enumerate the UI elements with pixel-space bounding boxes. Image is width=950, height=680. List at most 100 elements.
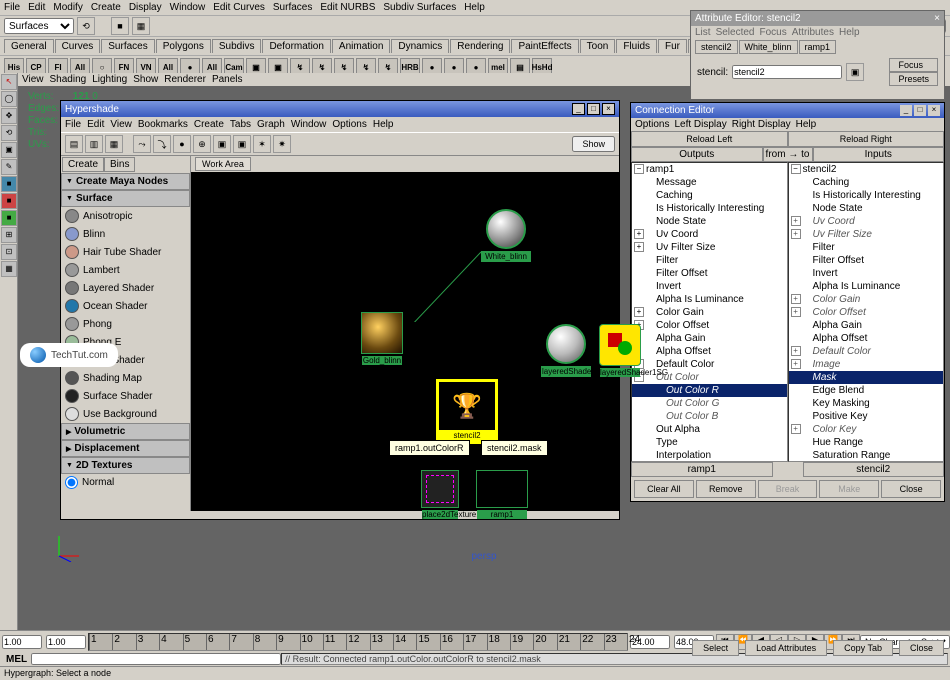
break-button[interactable]: Break <box>758 480 818 498</box>
hs-menu-create[interactable]: Create <box>194 119 224 130</box>
tab-painteffects[interactable]: PaintEffects <box>511 39 578 53</box>
hs-menu-graph[interactable]: Graph <box>257 119 285 130</box>
attr-row[interactable]: Out Alpha <box>632 423 787 436</box>
tab-create[interactable]: Create <box>62 157 104 172</box>
tool-icon[interactable]: ✎ <box>1 159 17 175</box>
tab-surfaces[interactable]: Surfaces <box>101 39 154 53</box>
vp-menu-view[interactable]: View <box>22 74 44 85</box>
toolbar-icon[interactable]: ▦ <box>132 17 150 35</box>
graph-icon[interactable]: ▣ <box>213 135 231 153</box>
graph-icon[interactable]: ✷ <box>273 135 291 153</box>
maximize-icon[interactable]: □ <box>587 103 600 115</box>
attr-row[interactable]: Alpha Gain <box>789 319 944 332</box>
hs-menu-window[interactable]: Window <box>291 119 327 130</box>
attr-row[interactable]: Invert <box>632 280 787 293</box>
menu-subdiv-surfaces[interactable]: Subdiv Surfaces <box>383 2 456 13</box>
ce-menu-help[interactable]: Help <box>796 119 817 130</box>
attr-row[interactable]: Mask <box>789 371 944 384</box>
graph-icon[interactable]: ⊕ <box>193 135 211 153</box>
menu-window[interactable]: Window <box>170 2 206 13</box>
graph-icon[interactable]: ⤵ <box>153 135 171 153</box>
attr-row[interactable]: +Color Key <box>789 423 944 436</box>
module-selector[interactable]: Surfaces <box>4 18 74 34</box>
conn-editor-titlebar[interactable]: Connection Editor _□× <box>631 103 944 118</box>
copy-tab-button[interactable]: Copy Tab <box>833 640 893 656</box>
node-place2d[interactable]: place2dTexture1 <box>421 470 459 508</box>
graph-icon[interactable]: ● <box>173 135 191 153</box>
attr-row[interactable]: Alpha Gain <box>632 332 787 345</box>
load-attributes-button[interactable]: Load Attributes <box>745 640 827 656</box>
cat-displacement[interactable]: Displacement <box>61 440 190 457</box>
history-icon[interactable]: ⟲ <box>77 17 95 35</box>
graph-icon[interactable]: ✶ <box>253 135 271 153</box>
vp-menu-panels[interactable]: Panels <box>212 74 243 85</box>
shader-use-background[interactable]: Use Background <box>61 405 190 423</box>
hs-menu-edit[interactable]: Edit <box>87 119 104 130</box>
scale-tool-icon[interactable]: ▣ <box>1 142 17 158</box>
tool-icon[interactable]: ▦ <box>1 261 17 277</box>
range-start-input[interactable] <box>2 635 42 649</box>
attr-row[interactable]: +Default Color <box>789 345 944 358</box>
attr-row[interactable]: Alpha Is Luminance <box>632 293 787 306</box>
shader-ocean-shader[interactable]: Ocean Shader <box>61 297 190 315</box>
ae-menu-selected[interactable]: Selected <box>716 27 755 38</box>
reload-right-button[interactable]: Reload Right <box>788 131 945 147</box>
ce-menu-left-display[interactable]: Left Display <box>674 119 726 130</box>
tool-icon[interactable]: ■ <box>1 210 17 226</box>
attr-row[interactable]: Filter <box>789 241 944 254</box>
move-tool-icon[interactable]: ✥ <box>1 108 17 124</box>
attr-row[interactable]: Saturation Range <box>789 449 944 462</box>
menu-edit-nurbs[interactable]: Edit NURBS <box>320 2 375 13</box>
attr-row[interactable]: Filter Offset <box>789 254 944 267</box>
time-ruler[interactable]: 123456789101112131415161718192021222324 <box>88 633 628 651</box>
ae-menu-attributes[interactable]: Attributes <box>792 27 834 38</box>
menu-surfaces[interactable]: Surfaces <box>273 2 312 13</box>
presets-button[interactable]: Presets <box>889 72 938 86</box>
show-button[interactable]: Show <box>572 136 615 152</box>
attr-row[interactable]: Caching <box>789 176 944 189</box>
cat-create-maya-nodes[interactable]: Create Maya Nodes <box>61 173 190 190</box>
hs-menu-bookmarks[interactable]: Bookmarks <box>138 119 188 130</box>
ce-menu-options[interactable]: Options <box>635 119 669 130</box>
menu-create[interactable]: Create <box>91 2 121 13</box>
hs-menu-view[interactable]: View <box>110 119 132 130</box>
attr-row[interactable]: Edge Blend <box>789 384 944 397</box>
ae-menu-list[interactable]: List <box>695 27 711 38</box>
attr-row[interactable]: Hue Range <box>789 436 944 449</box>
make-button[interactable]: Make <box>819 480 879 498</box>
attr-row[interactable]: Key Masking <box>789 397 944 410</box>
tex-mode-radio[interactable] <box>65 476 78 489</box>
attr-row[interactable]: Node State <box>632 215 787 228</box>
select-tool-icon[interactable]: ↖ <box>1 74 17 90</box>
tab-subdivs[interactable]: Subdivs <box>212 39 262 53</box>
attr-row[interactable]: Is Historically Interesting <box>789 189 944 202</box>
lasso-tool-icon[interactable]: ◯ <box>1 91 17 107</box>
node-ramp1[interactable]: ramp1 <box>476 470 528 508</box>
close-button[interactable]: Close <box>899 640 944 656</box>
input-node-name[interactable]: −stencil2 <box>789 163 944 176</box>
attr-row[interactable]: Message <box>632 176 787 189</box>
attr-row[interactable]: Alpha Offset <box>632 345 787 358</box>
attr-row[interactable]: Out Color R <box>632 384 787 397</box>
attr-row[interactable]: Is Historically Interesting <box>632 202 787 215</box>
shader-blinn[interactable]: Blinn <box>61 225 190 243</box>
tool-icon[interactable]: ■ <box>1 176 17 192</box>
tab-rendering[interactable]: Rendering <box>450 39 510 53</box>
tab-work-area[interactable]: Work Area <box>195 157 251 171</box>
tab-polygons[interactable]: Polygons <box>156 39 211 53</box>
minimize-icon[interactable]: _ <box>900 105 912 116</box>
node-layered-shader[interactable]: layeredShader1 <box>541 322 591 377</box>
tab-bins[interactable]: Bins <box>104 157 135 172</box>
tool-icon[interactable]: ■ <box>1 193 17 209</box>
cat-2d-textures[interactable]: 2D Textures <box>61 457 190 474</box>
shader-shading-map[interactable]: Shading Map <box>61 369 190 387</box>
attr-editor-titlebar[interactable]: Attribute Editor: stencil2 × <box>691 11 944 26</box>
hs-menu-tabs[interactable]: Tabs <box>230 119 251 130</box>
close-icon[interactable]: × <box>928 105 940 116</box>
tab-fluids[interactable]: Fluids <box>616 39 657 53</box>
work-area[interactable]: White_blinn Gold_blinn layeredShader1 la… <box>191 172 619 511</box>
layout-icon[interactable]: ▦ <box>105 135 123 153</box>
ae-menu-focus[interactable]: Focus <box>759 27 786 38</box>
select-button[interactable]: Select <box>692 640 739 656</box>
attr-row[interactable]: +Color Offset <box>632 319 787 332</box>
